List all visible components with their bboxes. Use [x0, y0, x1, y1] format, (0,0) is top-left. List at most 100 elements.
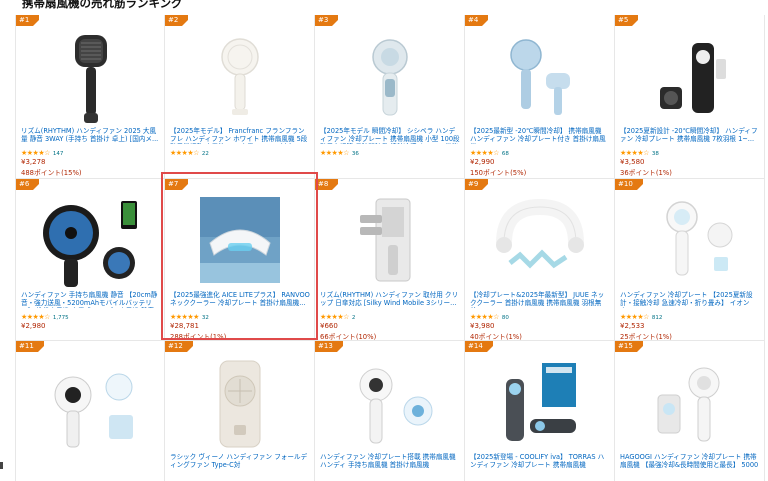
review-count[interactable]: 22: [202, 151, 209, 157]
rank-badge: #3: [315, 15, 339, 26]
product-price: ¥3,980: [470, 322, 495, 330]
review-count[interactable]: 147: [53, 151, 64, 157]
product-rating[interactable]: ★★★★☆ 36: [320, 149, 359, 157]
product-card[interactable]: #12 ラシック ヴィーノ ハンディファン フォールディングファン Type-C…: [165, 341, 315, 481]
review-count[interactable]: 80: [502, 315, 509, 321]
product-title[interactable]: 【2025年モデル 瞬間冷却】 シシベラ ハンディファン 冷却プレート 携帯扇風…: [320, 127, 460, 144]
product-card[interactable]: #9 【冷却プレート&2025年最新型】 JUUE ネッククーラー 首掛け扇風機…: [465, 179, 615, 341]
review-count[interactable]: 812: [652, 315, 663, 321]
product-image[interactable]: [180, 355, 300, 453]
product-title[interactable]: リズム(RHYTHM) ハンディファン 取付用 クリップ 日傘対応 [Silky…: [320, 291, 460, 308]
product-rating[interactable]: ★★★★☆ 812: [620, 313, 662, 321]
review-count[interactable]: 1,775: [53, 315, 69, 321]
product-points: 150ポイント(5%): [470, 169, 527, 177]
rank-badge: #5: [615, 15, 639, 26]
product-price: ¥2,533: [620, 322, 645, 330]
product-title[interactable]: ハンディファン 冷却プレート搭載 携帯扇風機 ハンディ 手持ち扇風機 首掛け扇風…: [320, 453, 460, 470]
product-price: ¥660: [320, 322, 338, 330]
product-points: 66ポイント(10%): [320, 333, 377, 341]
product-title[interactable]: HAGOOGI ハンディファン 冷却プレート 携帯扇風機 【最強冷却&長時間使用…: [620, 453, 760, 470]
product-title[interactable]: 【2025新登場 - COOLIFY iva】 TORRAS ハンディファン 冷…: [470, 453, 610, 470]
star-rating: ★★★★☆: [320, 149, 349, 157]
rank-badge: #8: [315, 179, 339, 190]
star-rating: ★★★★☆: [470, 313, 499, 321]
product-title[interactable]: ラシック ヴィーノ ハンディファン フォールディングファン Type-C対: [170, 453, 310, 470]
product-rating[interactable]: ★★★★★ 32: [170, 313, 209, 321]
rank-badge: #14: [465, 341, 493, 352]
product-card[interactable]: #14 【2025新登場 - COOLIFY iva】 TORRAS ハンディフ…: [465, 341, 615, 481]
star-rating: ★★★★☆: [21, 149, 50, 157]
review-count[interactable]: 38: [652, 151, 659, 157]
product-card[interactable]: #10 ハンディファン 冷却プレート 【2025夏新設計・接触冷却 急速冷却・折…: [615, 179, 765, 341]
product-card[interactable]: #6 ハンディファン 手持ち扇風機 静音 【20cm静音・強力送風・5200mA…: [15, 179, 165, 341]
rank-badge: #10: [615, 179, 643, 190]
product-card[interactable]: #5 【2025夏新設計 -20℃瞬間冷却】 ハンディファン 冷却プレート 携帯…: [615, 15, 765, 179]
star-rating: ★★★★☆: [470, 149, 499, 157]
product-rating[interactable]: ★★★★☆ 80: [470, 313, 509, 321]
rank-badge: #7: [165, 179, 189, 190]
product-image[interactable]: [180, 193, 300, 291]
product-points: 40ポイント(1%): [470, 333, 522, 341]
product-rating[interactable]: ★★★★☆ 38: [620, 149, 659, 157]
product-card[interactable]: #7 【2025最強進化 AICE LITEプラス】 RANVOO ネッククーラ…: [165, 179, 315, 341]
product-points: 36ポイント(1%): [620, 169, 672, 177]
product-image[interactable]: [330, 193, 450, 291]
star-rating: ★★★★☆: [21, 313, 50, 321]
rank-badge: #2: [165, 15, 189, 26]
product-image[interactable]: [180, 29, 300, 127]
product-image[interactable]: [480, 193, 600, 291]
product-image[interactable]: [480, 355, 600, 453]
product-card[interactable]: #13 ハンディファン 冷却プレート搭載 携帯扇風機 ハンディ 手持ち扇風機 首…: [315, 341, 465, 481]
product-title[interactable]: リズム(RHYTHM) ハンディファン 2025 大風量 静音 3WAY (手持…: [21, 127, 161, 144]
product-title[interactable]: 【2025最新型 -20℃瞬間冷却】 携帯扇風機 ハンディファン 冷却プレート付…: [470, 127, 610, 144]
product-image[interactable]: [480, 29, 600, 127]
product-title[interactable]: ハンディファン 冷却プレート 【2025夏新設計・接触冷却 急速冷却・折り畳み】…: [620, 291, 760, 308]
review-count[interactable]: 32: [202, 315, 209, 321]
product-rating[interactable]: ★★★★☆ 22: [170, 149, 209, 157]
scroll-indicator: [0, 462, 3, 469]
product-card[interactable]: #3 【2025年モデル 瞬間冷却】 シシベラ ハンディファン 冷却プレート 携…: [315, 15, 465, 179]
product-points: 288ポイント(1%): [170, 333, 227, 341]
rank-badge: #12: [165, 341, 193, 352]
star-rating: ★★★★☆: [170, 149, 199, 157]
rank-badge: #9: [465, 179, 489, 190]
product-rating[interactable]: ★★★★☆ 147: [21, 149, 63, 157]
rank-badge: #11: [16, 341, 44, 352]
product-image[interactable]: [31, 355, 151, 453]
review-count[interactable]: 2: [352, 315, 356, 321]
product-title[interactable]: [21, 453, 161, 470]
product-rating[interactable]: ★★★★☆ 1,775: [21, 313, 69, 321]
product-card[interactable]: #15 HAGOOGI ハンディファン 冷却プレート 携帯扇風機 【最強冷却&長…: [615, 341, 765, 481]
product-card[interactable]: #8 リズム(RHYTHM) ハンディファン 取付用 クリップ 日傘対応 [Si…: [315, 179, 465, 341]
rank-badge: #13: [315, 341, 343, 352]
product-image[interactable]: [330, 29, 450, 127]
product-title[interactable]: 【2025年モデル】 Francfranc フランフラン フレ ハンディファン …: [170, 127, 310, 144]
product-title[interactable]: ハンディファン 手持ち扇風機 静音 【20cm静音・強力送風・5200mAhモバ…: [21, 291, 161, 308]
product-image[interactable]: [630, 193, 750, 291]
product-price: ¥3,278: [21, 158, 46, 166]
product-card[interactable]: #2 【2025年モデル】 Francfranc フランフラン フレ ハンディフ…: [165, 15, 315, 179]
product-title[interactable]: 【冷却プレート&2025年最新型】 JUUE ネッククーラー 首掛け扇風機 携帯…: [470, 291, 610, 308]
star-rating: ★★★★★: [170, 313, 199, 321]
rank-badge: #15: [615, 341, 643, 352]
review-count[interactable]: 36: [352, 151, 359, 157]
product-card[interactable]: #11: [15, 341, 165, 481]
product-image[interactable]: [630, 29, 750, 127]
product-title[interactable]: 【2025最強進化 AICE LITEプラス】 RANVOO ネッククーラー 冷…: [170, 291, 310, 308]
product-image[interactable]: [31, 193, 151, 291]
product-card[interactable]: #1 リズム(RHYTHM) ハンディファン 2025 大風量 静音 3WAY …: [15, 15, 165, 179]
ranking-grid: #1 リズム(RHYTHM) ハンディファン 2025 大風量 静音 3WAY …: [15, 15, 767, 481]
product-title[interactable]: 【2025夏新設計 -20℃瞬間冷却】 ハンディファン 冷却プレート 携帯扇風機…: [620, 127, 760, 144]
star-rating: ★★★★☆: [620, 149, 649, 157]
review-count[interactable]: 68: [502, 151, 509, 157]
product-image[interactable]: [31, 29, 151, 127]
star-rating: ★★★★☆: [320, 313, 349, 321]
product-rating[interactable]: ★★★★☆ 68: [470, 149, 509, 157]
product-image[interactable]: [630, 355, 750, 453]
product-price: ¥2,980: [21, 322, 46, 330]
product-price: ¥3,580: [620, 158, 645, 166]
product-rating[interactable]: ★★★★☆ 2: [320, 313, 355, 321]
product-card[interactable]: #4 【2025最新型 -20℃瞬間冷却】 携帯扇風機 ハンディファン 冷却プレ…: [465, 15, 615, 179]
star-rating: ★★★★☆: [620, 313, 649, 321]
product-image[interactable]: [330, 355, 450, 453]
